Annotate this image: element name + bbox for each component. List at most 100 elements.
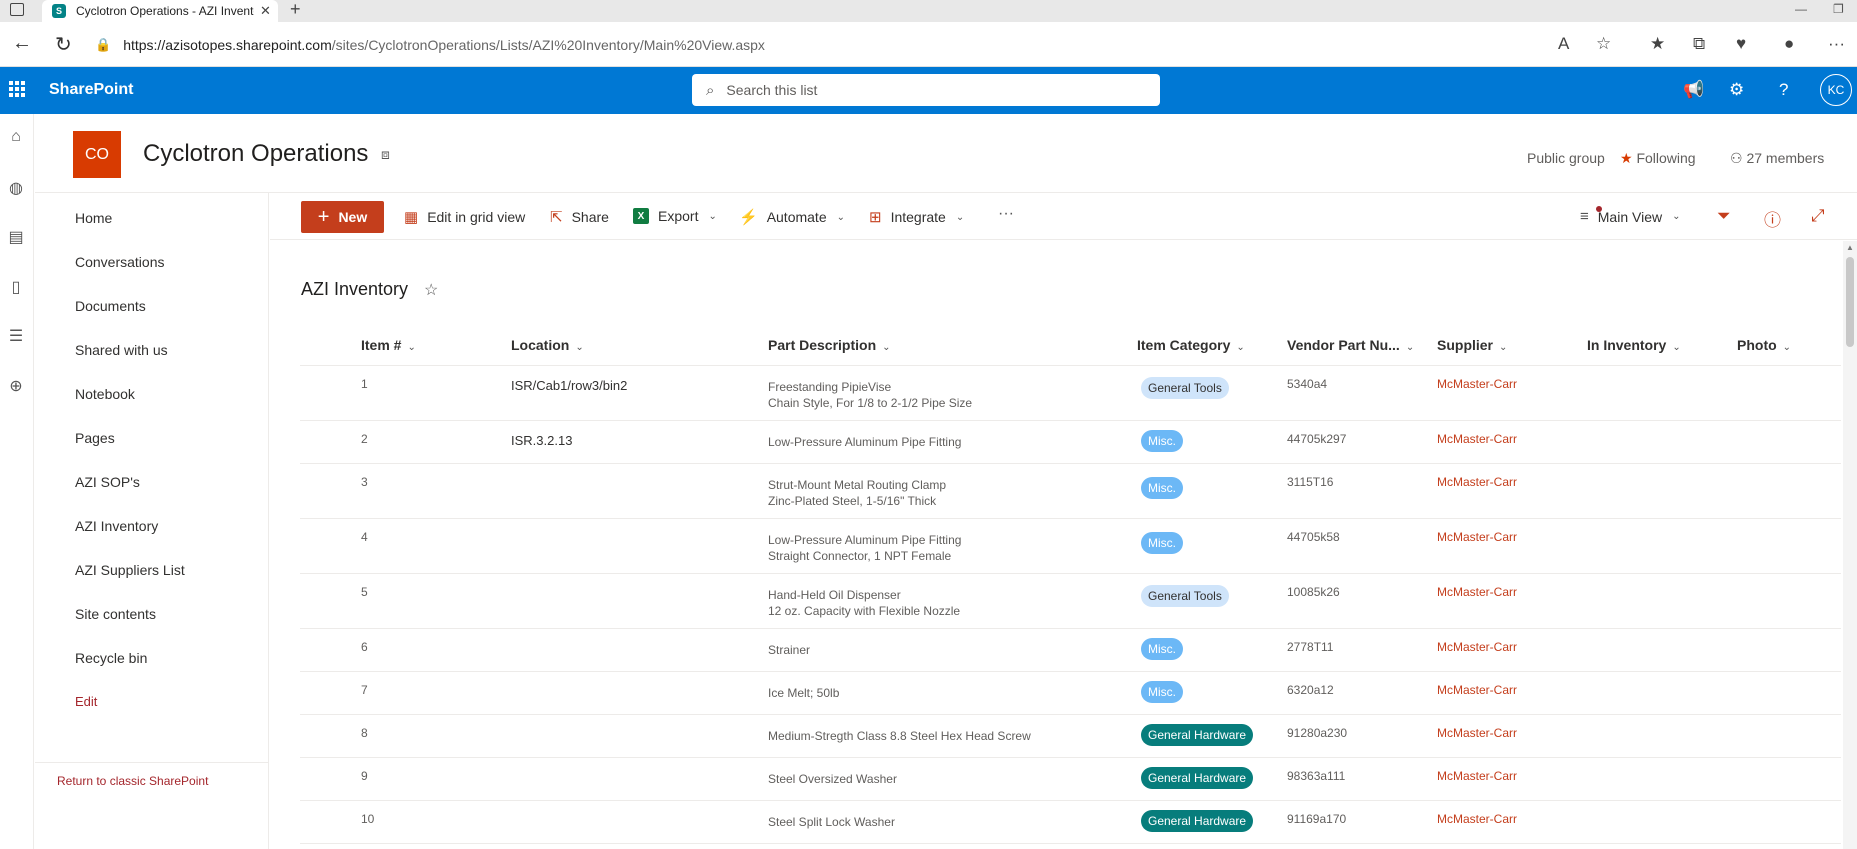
return-to-classic-link[interactable]: Return to classic SharePoint <box>57 774 208 788</box>
column-header-part-description[interactable]: Part Description ⌄ <box>768 337 891 353</box>
url-field[interactable]: 🔒 https://azisotopes.sharepoint.com/site… <box>95 28 1495 62</box>
category-pill: Misc. <box>1141 532 1183 554</box>
favorite-star-icon[interactable]: ☆ <box>1596 34 1611 54</box>
collections-icon[interactable]: ⧉ <box>1693 34 1705 54</box>
table-row[interactable]: 5 Hand-Held Oil Dispenser 12 oz. Capacity… <box>300 574 1841 629</box>
nav-item-site-contents[interactable]: Site contents <box>75 606 156 622</box>
supplier-link[interactable]: McMaster-Carr <box>1437 769 1517 783</box>
refresh-icon[interactable]: ↻ <box>55 32 72 57</box>
table-row[interactable]: 4 Low-Pressure Aluminum Pipe Fitting Stra… <box>300 519 1841 574</box>
help-icon[interactable]: ? <box>1779 80 1788 100</box>
info-icon[interactable]: ⓘ <box>1764 206 1781 231</box>
search-input[interactable]: ⌕ Search this list <box>692 74 1160 106</box>
table-row[interactable]: 7 Ice Melt; 50lb Misc. 6320a12 McMaster-… <box>300 672 1841 715</box>
integrate-button[interactable]: ⊞ Integrate ⌄ <box>869 208 964 226</box>
nav-item-conversations[interactable]: Conversations <box>75 254 165 270</box>
table-row[interactable]: 2 ISR.3.2.13 Low-Pressure Aluminum Pipe … <box>300 421 1841 464</box>
expand-icon[interactable]: ⤢ <box>1811 206 1825 226</box>
nav-item-documents[interactable]: Documents <box>75 298 146 314</box>
globe-icon[interactable]: ◍ <box>7 178 25 197</box>
table-row[interactable]: 9 Steel Oversized Washer General Hardwar… <box>300 758 1841 801</box>
site-logo[interactable]: CO <box>73 131 121 178</box>
nav-item-azi-inventory[interactable]: AZI Inventory <box>75 518 158 534</box>
column-header-item-category[interactable]: Item Category ⌄ <box>1137 337 1245 353</box>
sharepoint-brand[interactable]: SharePoint <box>49 81 133 99</box>
gear-icon[interactable]: ⚙ <box>1729 80 1744 100</box>
minimize-icon[interactable]: — <box>1795 2 1807 16</box>
create-icon[interactable]: ⊕ <box>7 376 25 395</box>
share-icon: ⇱ <box>550 209 563 226</box>
nav-item-pages[interactable]: Pages <box>75 430 115 446</box>
nav-item-recycle-bin[interactable]: Recycle bin <box>75 650 147 666</box>
supplier-link[interactable]: McMaster-Carr <box>1437 726 1517 740</box>
column-header-vendor-part[interactable]: Vendor Part Nu... ⌄ <box>1287 337 1414 353</box>
follow-button[interactable]: ★ Following <box>1620 150 1696 167</box>
column-header-location[interactable]: Location ⌄ <box>511 337 584 353</box>
nav-item-azi-suppliers-list[interactable]: AZI Suppliers List <box>75 562 185 578</box>
supplier-link[interactable]: McMaster-Carr <box>1437 530 1517 544</box>
home-icon[interactable]: ⌂ <box>7 128 25 146</box>
lock-icon: 🔒 <box>95 37 112 52</box>
list-title[interactable]: AZI Inventory <box>301 279 408 300</box>
nav-item-notebook[interactable]: Notebook <box>75 386 135 402</box>
column-header-photo[interactable]: Photo ⌄ <box>1737 337 1791 353</box>
read-aloud-icon[interactable]: A <box>1558 34 1569 54</box>
file-icon[interactable]: ▯ <box>7 277 25 296</box>
nav-edit-link[interactable]: Edit <box>75 694 97 709</box>
scroll-up-icon[interactable]: ▲ <box>1846 243 1854 252</box>
table-row[interactable]: 10 Steel Split Lock Washer General Hardw… <box>300 801 1841 844</box>
extensions-icon[interactable]: ♥ <box>1736 34 1746 54</box>
close-tab-icon[interactable]: ✕ <box>260 3 271 19</box>
supplier-link[interactable]: McMaster-Carr <box>1437 585 1517 599</box>
lists-icon[interactable]: ☰ <box>7 326 25 345</box>
profile-icon[interactable]: ● <box>1784 34 1794 54</box>
table-row[interactable]: 1 ISR/Cab1/row3/bin2 Freestanding PipieV… <box>300 366 1841 421</box>
restore-icon[interactable]: ❐ <box>1833 2 1844 16</box>
person-icon: ⚇ <box>1730 150 1743 166</box>
nav-item-shared-with-us[interactable]: Shared with us <box>75 342 168 358</box>
column-header-supplier[interactable]: Supplier ⌄ <box>1437 337 1507 353</box>
table-row[interactable]: 3 Strut-Mount Metal Routing Clamp Zinc-Pl… <box>300 464 1841 519</box>
scroll-thumb[interactable] <box>1846 257 1854 347</box>
nav-item-azi-sops[interactable]: AZI SOP's <box>75 474 140 490</box>
supplier-link[interactable]: McMaster-Carr <box>1437 475 1517 489</box>
automate-button[interactable]: ⚡ Automate ⌄ <box>739 208 845 226</box>
new-tab-icon[interactable]: + <box>290 0 301 20</box>
supplier-link[interactable]: McMaster-Carr <box>1437 683 1517 697</box>
column-header-item-num[interactable]: Item # ⌄ <box>361 337 416 353</box>
teams-icon[interactable]: ⧈ <box>381 146 390 163</box>
table-row[interactable]: 6 Strainer Misc. 2778T11 McMaster-Carr <box>300 629 1841 672</box>
more-icon[interactable]: ··· <box>1828 34 1845 54</box>
members-button[interactable]: ⚇ 27 members <box>1730 150 1824 167</box>
star-icon: ★ <box>1620 150 1633 166</box>
more-commands-button[interactable]: ··· <box>998 205 1014 223</box>
nav-item-home[interactable]: Home <box>75 210 112 226</box>
chevron-down-icon: ⌄ <box>1405 342 1415 353</box>
category-pill: General Tools <box>1141 585 1229 607</box>
share-button[interactable]: ⇱ Share <box>550 208 609 226</box>
edit-grid-button[interactable]: ▦ Edit in grid view <box>404 208 525 226</box>
favorite-list-icon[interactable]: ☆ <box>424 280 438 300</box>
column-header-in-inventory[interactable]: In Inventory ⌄ <box>1587 337 1681 353</box>
app-launcher-icon[interactable] <box>9 81 25 97</box>
site-title[interactable]: Cyclotron Operations <box>143 140 368 168</box>
supplier-link[interactable]: McMaster-Carr <box>1437 640 1517 654</box>
favorites-icon[interactable]: ★ <box>1650 34 1665 54</box>
export-button[interactable]: X Export ⌄ <box>633 208 717 224</box>
export-label: Export <box>658 208 699 224</box>
vertical-scrollbar[interactable]: ▲ <box>1843 241 1857 849</box>
supplier-link[interactable]: McMaster-Carr <box>1437 377 1517 391</box>
back-icon[interactable]: ← <box>12 32 32 55</box>
filter-icon[interactable]: ⏷ <box>1717 206 1731 226</box>
browser-tab[interactable]: S Cyclotron Operations - AZI Inventory ✕ <box>42 0 278 22</box>
new-button[interactable]: + New <box>301 201 384 233</box>
supplier-link[interactable]: McMaster-Carr <box>1437 812 1517 826</box>
tab-actions-icon[interactable] <box>10 3 24 16</box>
megaphone-icon[interactable]: 📢 <box>1683 80 1704 100</box>
news-icon[interactable]: ▤ <box>7 227 25 246</box>
table-row[interactable]: 8 Medium-Stregth Class 8.8 Steel Hex Hea… <box>300 715 1841 758</box>
view-selector[interactable]: ≡ Main View ⌄ <box>1580 208 1680 225</box>
supplier-link[interactable]: McMaster-Carr <box>1437 432 1517 446</box>
avatar[interactable]: KC <box>1820 74 1852 106</box>
chevron-down-icon: ⌄ <box>955 211 965 223</box>
